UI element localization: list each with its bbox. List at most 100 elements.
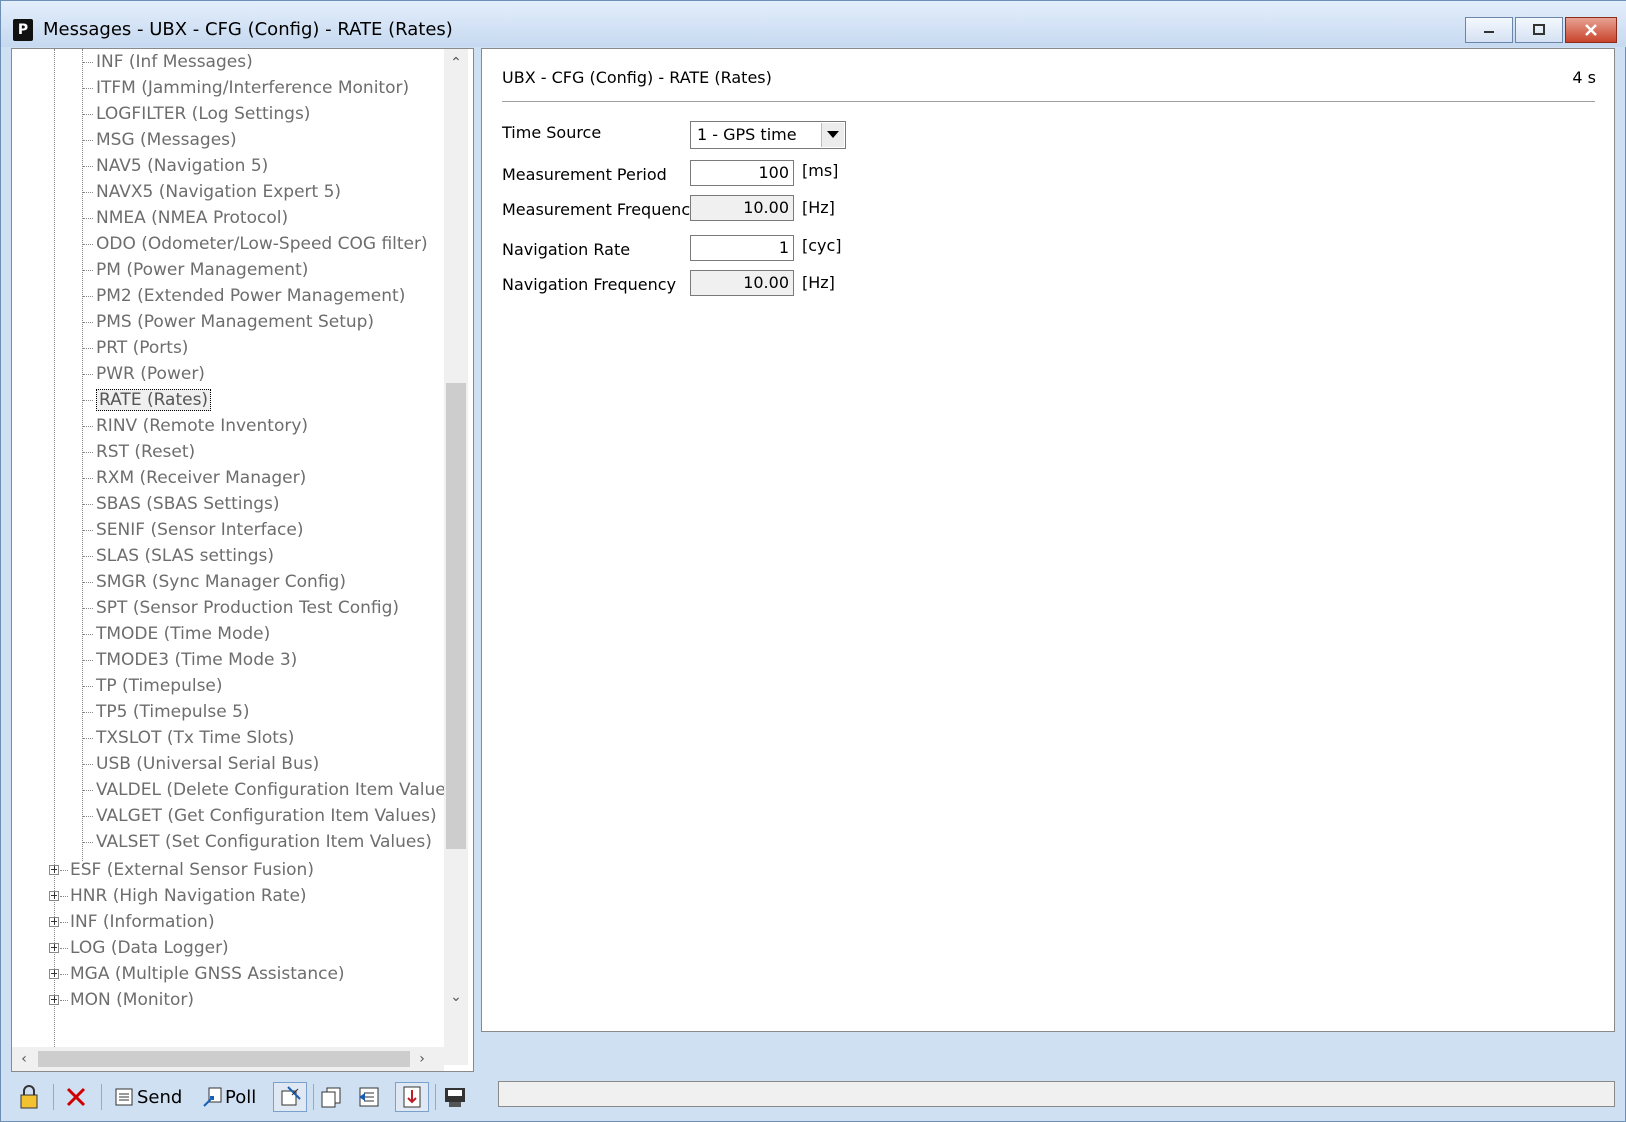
tree-item[interactable]: PWR (Power) [96, 361, 205, 387]
measurement-period-input[interactable]: 100 [690, 160, 794, 186]
poll-button[interactable]: Poll [201, 1082, 256, 1112]
dropdown-arrow-icon[interactable] [821, 123, 844, 147]
send-button[interactable]: Send [113, 1082, 182, 1112]
tree-item[interactable]: RST (Reset) [96, 439, 195, 465]
copy-icon [321, 1087, 341, 1108]
tree-horizontal-scrollbar[interactable]: ‹ › [12, 1047, 444, 1071]
tree-connector [83, 660, 93, 661]
tree-connector [83, 140, 93, 141]
navigation-rate-input[interactable]: 1 [690, 235, 794, 261]
save-to-receiver-button[interactable] [443, 1082, 469, 1112]
tree-item-label: NMEA (NMEA Protocol) [96, 208, 289, 228]
delete-icon [66, 1087, 86, 1107]
expand-plus-icon[interactable] [49, 943, 59, 953]
tree-item[interactable]: PRT (Ports) [96, 335, 188, 361]
tree-vertical-scrollbar[interactable]: ⌃ ⌄ [444, 49, 468, 1065]
send-icon [115, 1088, 133, 1106]
tree-group[interactable]: HNR (High Navigation Rate) [70, 883, 307, 909]
tree-item[interactable]: PM (Power Management) [96, 257, 308, 283]
toolbar-separator [313, 1084, 314, 1110]
minimize-button[interactable] [1465, 17, 1513, 43]
clear-button[interactable] [65, 1082, 87, 1112]
tree-connector [83, 218, 93, 219]
tree-item[interactable]: ODO (Odometer/Low-Speed COG filter) [96, 231, 428, 257]
tree-group[interactable]: LOG (Data Logger) [70, 935, 229, 961]
title-bar[interactable]: P Messages - UBX - CFG (Config) - RATE (… [1, 1, 1626, 47]
tree-group-label: LOG (Data Logger) [70, 938, 229, 958]
tree-group[interactable]: MGA (Multiple GNSS Assistance) [70, 961, 345, 987]
tree-group-label: HNR (High Navigation Rate) [70, 886, 307, 906]
tree-group[interactable]: MON (Monitor) [70, 987, 194, 1013]
tree-item[interactable]: VALDEL (Delete Configuration Item Values… [96, 777, 452, 803]
tree-group[interactable]: ESF (External Sensor Fusion) [70, 857, 314, 883]
tree-item-label: USB (Universal Serial Bus) [96, 754, 320, 774]
bottom-toolbar: Send Poll [11, 1078, 477, 1116]
expand-plus-icon[interactable] [49, 995, 59, 1005]
copy-button[interactable] [319, 1082, 345, 1112]
navigation-frequency-unit: [Hz] [802, 273, 835, 292]
tree-item[interactable]: VALGET (Get Configuration Item Values) [96, 803, 437, 829]
tree-item[interactable]: TMODE3 (Time Mode 3) [96, 647, 297, 673]
tree-item[interactable]: INF (Inf Messages) [96, 49, 253, 75]
tree-item-label: VALDEL (Delete Configuration Item Values… [96, 780, 452, 800]
tree-item-label: RINV (Remote Inventory) [96, 416, 309, 436]
expand-collapse-button[interactable] [357, 1082, 383, 1112]
tree-item[interactable]: PMS (Power Management Setup) [96, 309, 374, 335]
vertical-scroll-thumb[interactable] [446, 383, 466, 849]
tree-item[interactable]: NMEA (NMEA Protocol) [96, 205, 288, 231]
title-separator [502, 101, 1595, 103]
tree-item[interactable]: MSG (Messages) [96, 127, 237, 153]
tree-item[interactable]: RINV (Remote Inventory) [96, 413, 308, 439]
expand-plus-icon[interactable] [49, 891, 59, 901]
expand-plus-icon[interactable] [49, 865, 59, 875]
status-field [498, 1081, 1615, 1107]
scroll-down-icon[interactable]: ⌄ [444, 985, 468, 1009]
tree-item[interactable]: TP5 (Timepulse 5) [96, 699, 250, 725]
tree-connector [60, 1000, 68, 1001]
tree-connector [83, 62, 93, 63]
tree-item[interactable]: RATE (Rates) [96, 387, 212, 413]
measurement-frequency-unit: [Hz] [802, 198, 835, 217]
auto-poll-toggle[interactable] [273, 1082, 307, 1112]
tree-item[interactable]: ITFM (Jamming/Interference Monitor) [96, 75, 409, 101]
lock-button[interactable] [17, 1082, 41, 1112]
tree-item-label: LOGFILTER (Log Settings) [96, 104, 311, 124]
tree-item[interactable]: SPT (Sensor Production Test Config) [96, 595, 399, 621]
tree-item[interactable]: RXM (Receiver Manager) [96, 465, 306, 491]
scroll-left-icon[interactable]: ‹ [12, 1047, 36, 1071]
tree-item[interactable]: TMODE (Time Mode) [96, 621, 270, 647]
tree-item[interactable]: SMGR (Sync Manager Config) [96, 569, 346, 595]
scroll-right-icon[interactable]: › [410, 1047, 434, 1071]
tree-item-label: PWR (Power) [96, 364, 205, 384]
tree-item[interactable]: LOGFILTER (Log Settings) [96, 101, 310, 127]
tree-connector [83, 114, 93, 115]
tree-item[interactable]: NAV5 (Navigation 5) [96, 153, 268, 179]
tree-item[interactable]: NAVX5 (Navigation Expert 5) [96, 179, 341, 205]
expand-plus-icon[interactable] [49, 917, 59, 927]
tree-item[interactable]: TP (Timepulse) [96, 673, 223, 699]
tree-connector [83, 244, 93, 245]
tree-item[interactable]: VALSET (Set Configuration Item Values) [96, 829, 432, 855]
tree-connector [83, 192, 93, 193]
tree-item[interactable]: PM2 (Extended Power Management) [96, 283, 405, 309]
tree-item[interactable]: TXSLOT (Tx Time Slots) [96, 725, 294, 751]
time-source-select[interactable]: 1 - GPS time [690, 121, 846, 149]
tree-item[interactable]: SLAS (SLAS settings) [96, 543, 274, 569]
tree-connector [60, 870, 68, 871]
tree-connector [83, 88, 93, 89]
tree-item[interactable]: SENIF (Sensor Interface) [96, 517, 304, 543]
close-button[interactable] [1565, 17, 1617, 43]
window-title: Messages - UBX - CFG (Config) - RATE (Ra… [43, 19, 453, 40]
maximize-button[interactable] [1515, 17, 1563, 43]
expand-plus-icon[interactable] [49, 969, 59, 979]
tree-connector [83, 374, 93, 375]
autoscroll-toggle[interactable] [395, 1082, 429, 1112]
tree-item[interactable]: USB (Universal Serial Bus) [96, 751, 319, 777]
tree-item-label: ODO (Odometer/Low-Speed COG filter) [96, 234, 428, 254]
tree-item-label: TMODE (Time Mode) [96, 624, 271, 644]
tree-item[interactable]: SBAS (SBAS Settings) [96, 491, 280, 517]
tree-group[interactable]: INF (Information) [70, 909, 215, 935]
scroll-up-icon[interactable]: ⌃ [444, 51, 468, 75]
horizontal-scroll-thumb[interactable] [38, 1051, 410, 1067]
tree-connector [83, 608, 93, 609]
